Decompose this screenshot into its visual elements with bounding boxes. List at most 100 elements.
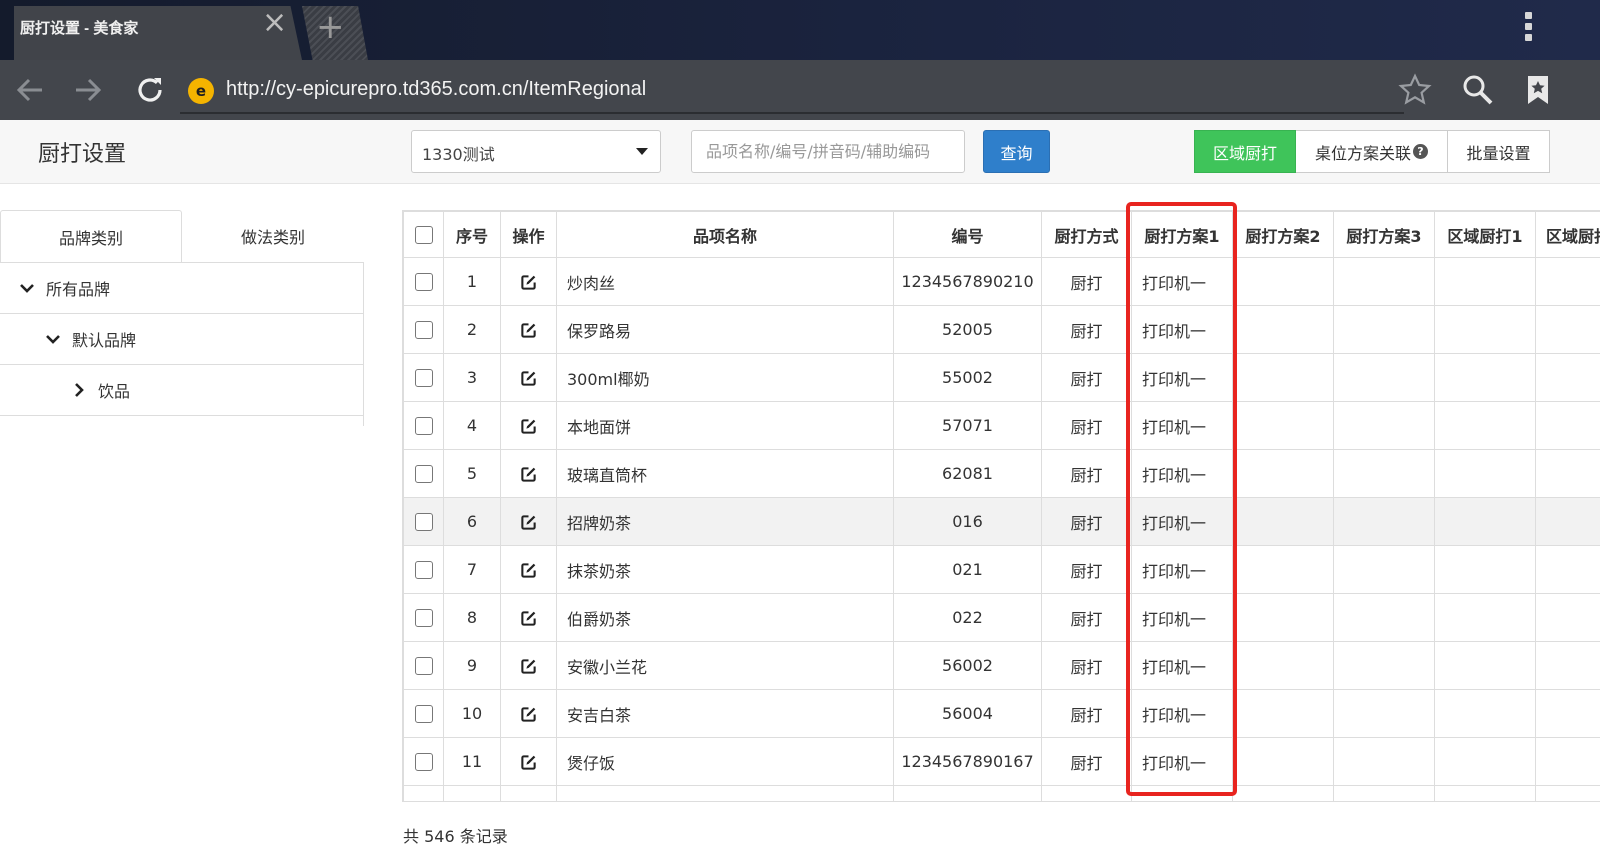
store-select[interactable]: 1330测试: [411, 130, 661, 173]
cell-action[interactable]: [500, 545, 557, 594]
table-row[interactable]: 11 煲仔饭 1234567890167 厨打 打印机一: [403, 737, 1600, 786]
table-row[interactable]: 10 安吉白茶 56004 厨打 打印机一: [403, 689, 1600, 738]
row-select-cell[interactable]: [403, 449, 444, 498]
edit-icon[interactable]: [520, 322, 537, 339]
cell-region1[interactable]: [1434, 305, 1536, 354]
edit-icon[interactable]: [520, 658, 537, 675]
item-table-container[interactable]: 序号 操作 品项名称 编号 厨打方式 厨打方案1 厨打方案2 厨打方案3 区域厨…: [402, 210, 1600, 802]
cell-plan2[interactable]: [1232, 449, 1334, 498]
cell-region2[interactable]: [1535, 737, 1600, 786]
cell-plan2[interactable]: [1232, 257, 1334, 306]
cell-plan3[interactable]: [1333, 497, 1435, 546]
help-icon[interactable]: ?: [1413, 144, 1428, 159]
edit-icon[interactable]: [520, 562, 537, 579]
table-row[interactable]: [403, 785, 1600, 801]
table-row[interactable]: 5 玻璃直筒杯 62081 厨打 打印机一: [403, 449, 1600, 498]
cell-plan3[interactable]: [1333, 785, 1435, 801]
region-print-button[interactable]: 区域厨打: [1194, 130, 1296, 173]
col-header-plan2[interactable]: 厨打方案2: [1232, 211, 1334, 258]
cell-plan1[interactable]: 打印机一: [1131, 401, 1233, 450]
cell-region1[interactable]: [1434, 689, 1536, 738]
row-checkbox[interactable]: [414, 609, 433, 628]
col-header-name[interactable]: 品项名称: [556, 211, 894, 258]
edit-icon[interactable]: [520, 514, 537, 531]
row-checkbox[interactable]: [414, 705, 433, 724]
chevron-down-icon[interactable]: [20, 281, 34, 295]
address-bar[interactable]: e http://cy-epicurepro.td365.com.cn/Item…: [180, 70, 1404, 114]
tree-node-drinks[interactable]: 饮品: [0, 365, 363, 416]
cell-action[interactable]: [500, 641, 557, 690]
chevron-right-icon[interactable]: [72, 383, 86, 397]
bookmark-star-icon[interactable]: [1397, 72, 1433, 108]
table-row[interactable]: 4 本地面饼 57071 厨打 打印机一: [403, 401, 1600, 450]
cell-plan1[interactable]: 打印机一: [1131, 641, 1233, 690]
cell-region2[interactable]: [1535, 641, 1600, 690]
table-plan-button[interactable]: 桌位方案关联?: [1296, 130, 1448, 173]
cell-region1[interactable]: [1434, 353, 1536, 402]
cell-region2[interactable]: [1535, 545, 1600, 594]
cell-plan2[interactable]: [1232, 497, 1334, 546]
col-header-no[interactable]: 序号: [443, 211, 501, 258]
header-select-all[interactable]: [403, 211, 444, 258]
forward-button[interactable]: [66, 68, 110, 112]
cell-region2[interactable]: [1535, 257, 1600, 306]
query-button[interactable]: 查询: [983, 130, 1050, 173]
cell-action[interactable]: [500, 353, 557, 402]
search-icon[interactable]: [1460, 72, 1496, 108]
cell-plan1[interactable]: 打印机一: [1131, 257, 1233, 306]
cell-region1[interactable]: [1434, 449, 1536, 498]
row-select-cell[interactable]: [403, 641, 444, 690]
row-checkbox[interactable]: [414, 657, 433, 676]
cell-plan1[interactable]: 打印机一: [1131, 593, 1233, 642]
cell-region2[interactable]: [1535, 497, 1600, 546]
row-checkbox[interactable]: [414, 273, 433, 292]
row-select-cell[interactable]: [403, 545, 444, 594]
tab-method-category[interactable]: 做法类别: [182, 210, 364, 262]
cell-region1[interactable]: [1434, 641, 1536, 690]
row-select-cell[interactable]: [403, 785, 444, 801]
cell-region1[interactable]: [1434, 545, 1536, 594]
cell-plan3[interactable]: [1333, 545, 1435, 594]
cell-plan3[interactable]: [1333, 401, 1435, 450]
edit-icon[interactable]: [520, 754, 537, 771]
row-checkbox[interactable]: [414, 561, 433, 580]
edit-icon[interactable]: [520, 706, 537, 723]
bookmarks-icon[interactable]: [1520, 72, 1556, 108]
cell-plan1[interactable]: 打印机一: [1131, 497, 1233, 546]
row-select-cell[interactable]: [403, 593, 444, 642]
cell-plan1[interactable]: 打印机一: [1131, 545, 1233, 594]
row-select-cell[interactable]: [403, 257, 444, 306]
row-select-cell[interactable]: [403, 353, 444, 402]
cell-action[interactable]: [500, 449, 557, 498]
table-row[interactable]: 8 伯爵奶茶 022 厨打 打印机一: [403, 593, 1600, 642]
col-header-region2[interactable]: 区域厨打2: [1535, 211, 1600, 258]
back-button[interactable]: [8, 68, 52, 112]
cell-plan3[interactable]: [1333, 305, 1435, 354]
cell-plan2[interactable]: [1232, 545, 1334, 594]
col-header-code[interactable]: 编号: [893, 211, 1042, 258]
cell-region2[interactable]: [1535, 593, 1600, 642]
cell-plan2[interactable]: [1232, 689, 1334, 738]
cell-plan3[interactable]: [1333, 449, 1435, 498]
cell-plan2[interactable]: [1232, 785, 1334, 801]
cell-region2[interactable]: [1535, 305, 1600, 354]
row-checkbox[interactable]: [414, 753, 433, 772]
cell-action[interactable]: [500, 257, 557, 306]
cell-plan1[interactable]: 打印机一: [1131, 353, 1233, 402]
row-select-cell[interactable]: [403, 497, 444, 546]
new-tab-plus-icon[interactable]: +: [316, 10, 345, 44]
cell-plan2[interactable]: [1232, 593, 1334, 642]
col-header-plan1[interactable]: 厨打方案1: [1131, 211, 1233, 258]
cell-region2[interactable]: [1535, 401, 1600, 450]
cell-plan1[interactable]: 打印机一: [1131, 305, 1233, 354]
cell-plan2[interactable]: [1232, 737, 1334, 786]
cell-plan2[interactable]: [1232, 641, 1334, 690]
row-select-cell[interactable]: [403, 737, 444, 786]
cell-plan3[interactable]: [1333, 641, 1435, 690]
table-row[interactable]: 6 招牌奶茶 016 厨打 打印机一: [403, 497, 1600, 546]
reload-button[interactable]: [128, 68, 172, 112]
cell-plan3[interactable]: [1333, 737, 1435, 786]
edit-icon[interactable]: [520, 610, 537, 627]
cell-action[interactable]: [500, 689, 557, 738]
col-header-print-mode[interactable]: 厨打方式: [1041, 211, 1132, 258]
